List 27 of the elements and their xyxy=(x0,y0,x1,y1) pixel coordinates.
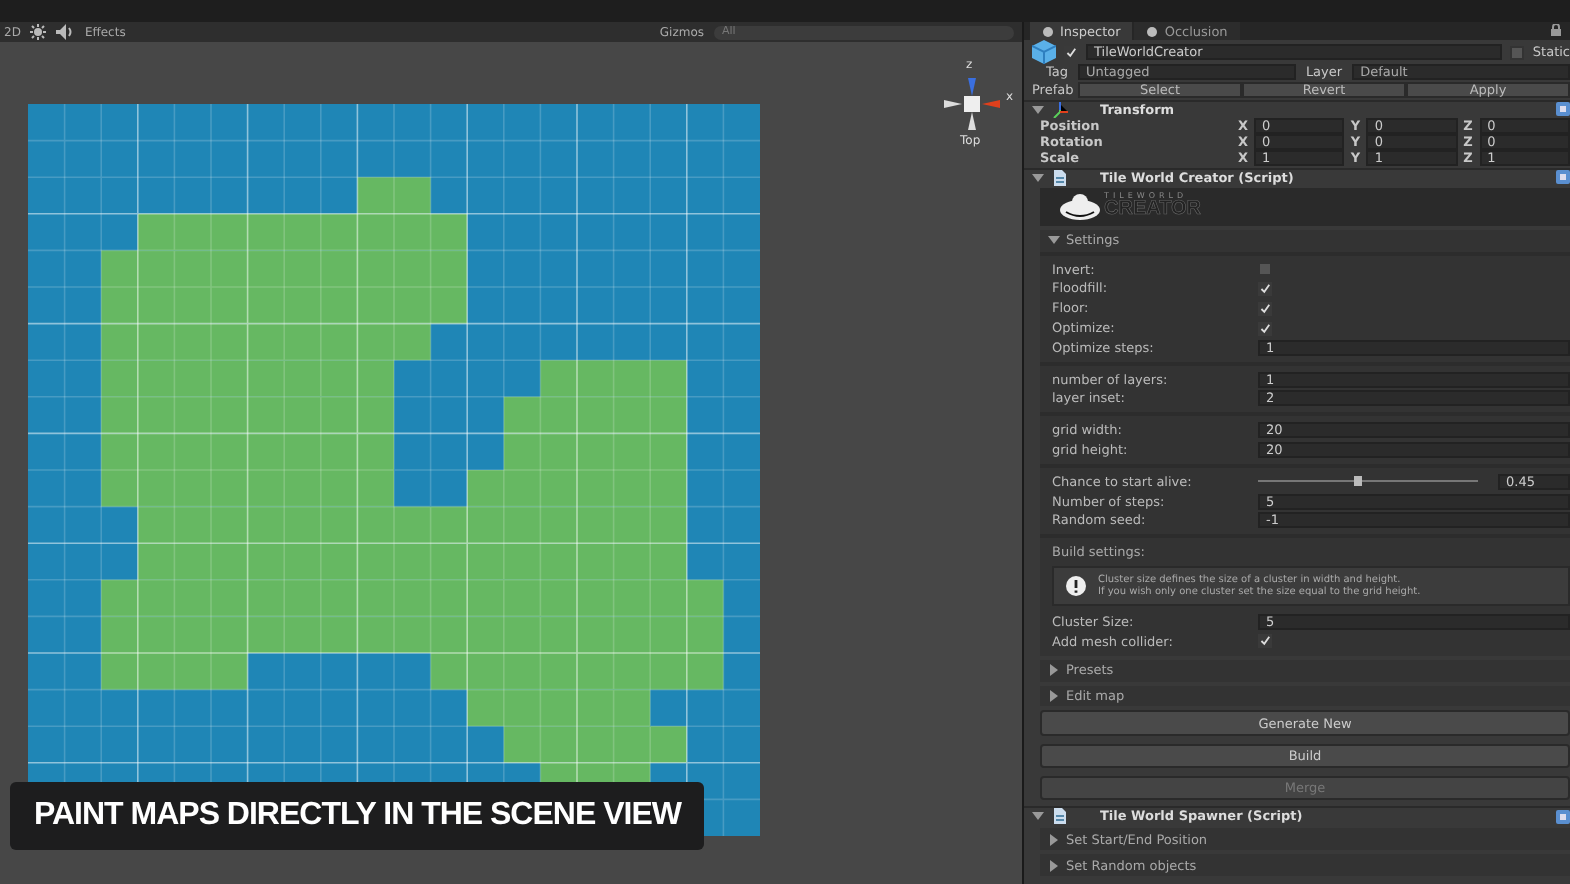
info-icon xyxy=(1066,576,1086,597)
expanded-arrow-icon xyxy=(1032,171,1044,184)
checkbox[interactable] xyxy=(1258,262,1272,277)
checkbox[interactable] xyxy=(1510,45,1525,60)
help-book-icon xyxy=(1556,170,1570,185)
speaker-icon xyxy=(56,24,75,40)
checkbox[interactable] xyxy=(1258,301,1272,316)
expanded-arrow-icon xyxy=(1032,103,1044,116)
mushroom-logo-icon xyxy=(1060,192,1100,221)
tab-icon xyxy=(1146,25,1159,38)
lock-icon xyxy=(1550,24,1562,37)
sun-icon xyxy=(30,24,47,40)
tab-icon xyxy=(1042,25,1054,38)
expanded-arrow-icon xyxy=(1032,810,1044,823)
help-book-icon xyxy=(1556,809,1570,824)
script-file-icon xyxy=(1052,808,1068,825)
axis-gizmo-icon xyxy=(940,74,1004,134)
caption-banner: PAINT MAPS DIRECTLY IN THE SCENE VIEW xyxy=(10,782,705,850)
checkbox[interactable] xyxy=(1258,281,1272,296)
checkbox[interactable] xyxy=(1258,634,1272,649)
expanded-arrow-icon xyxy=(1048,234,1060,247)
checkbox[interactable] xyxy=(1258,321,1272,335)
slider-thumb[interactable] xyxy=(1353,476,1361,487)
script-file-icon xyxy=(1052,169,1068,186)
cube-icon xyxy=(1032,40,1056,65)
move-axes-icon xyxy=(1052,101,1068,118)
help-book-icon xyxy=(1556,102,1570,117)
